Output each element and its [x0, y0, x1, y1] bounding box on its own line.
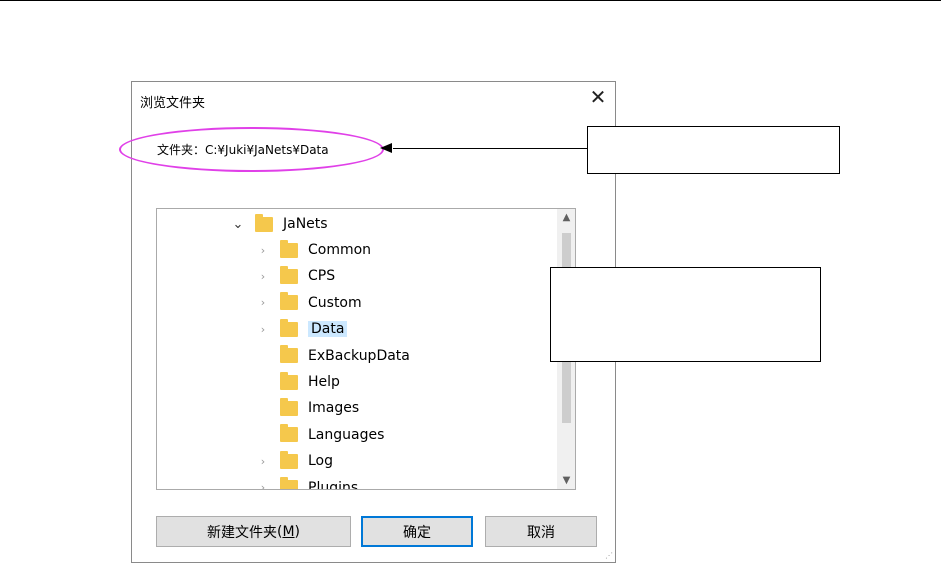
callout-arrow-line — [393, 148, 588, 149]
folder-icon — [280, 345, 298, 364]
scroll-up-icon[interactable]: ▲ — [558, 209, 575, 226]
close-icon[interactable]: ✕ — [587, 87, 609, 109]
tree-item-plugins[interactable]: › Plugins — [256, 476, 359, 490]
dialog-title: 浏览文件夹 — [140, 96, 206, 111]
new-folder-label: 新建文件夹 — [206, 524, 277, 541]
chevron-right-icon[interactable]: › — [256, 244, 270, 257]
chevron-right-icon[interactable]: › — [256, 455, 270, 468]
tree-item-label: Help — [308, 374, 340, 390]
tree-item-janets[interactable]: ⌄ JaNets — [231, 212, 328, 236]
chevron-right-icon[interactable]: › — [256, 323, 270, 336]
folder-tree[interactable]: ⌄ JaNets › Common › CPS › Custom › Data ExBackup… — [156, 208, 576, 490]
tree-item-data[interactable]: › Data — [256, 317, 348, 341]
cancel-button[interactable]: 取消 — [485, 516, 597, 547]
chevron-right-icon[interactable]: › — [256, 481, 270, 489]
tree-item-label: JaNets — [283, 216, 328, 232]
tree-item-label: Data — [308, 321, 348, 338]
tree-item-label: Languages — [308, 426, 385, 443]
folder-path-label: 文件夹：C:¥Juki¥JaNets¥Data — [157, 143, 329, 157]
ok-button[interactable]: 确定 — [361, 516, 473, 547]
folder-icon — [255, 213, 273, 232]
tree-item-help[interactable]: Help — [256, 370, 340, 394]
tree-item-exbackupdata[interactable]: ExBackupData — [256, 344, 410, 368]
tree-item-languages[interactable]: Languages — [256, 423, 384, 447]
browse-folder-dialog: 浏览文件夹 ✕ 文件夹：C:¥Juki¥JaNets¥Data ⌄ JaNets… — [119, 81, 616, 563]
chevron-right-icon[interactable]: › — [256, 270, 270, 283]
tree-item-label: Common — [308, 242, 372, 258]
new-folder-button[interactable]: 新建文件夹(M) — [156, 516, 351, 547]
callout-arrow-head — [380, 143, 392, 153]
tree-item-cps[interactable]: › CPS — [256, 264, 335, 288]
tree-item-label: Images — [308, 400, 360, 417]
folder-icon — [280, 371, 298, 390]
callout-box-tree — [550, 267, 821, 362]
tree-item-custom[interactable]: › Custom — [256, 291, 362, 315]
resize-grip-icon[interactable]: ⋰ — [605, 551, 613, 560]
tree-item-label: Plugins — [308, 479, 359, 490]
tree-item-label: ExBackupData — [308, 347, 410, 364]
folder-icon — [280, 450, 298, 469]
tree-item-label: Log — [308, 453, 334, 470]
folder-icon — [280, 318, 298, 337]
chevron-right-icon[interactable]: › — [256, 296, 270, 309]
tree-item-images[interactable]: Images — [256, 396, 359, 420]
folder-icon — [280, 265, 298, 284]
chevron-down-icon[interactable]: ⌄ — [231, 217, 245, 232]
tree-item-label: Custom — [308, 294, 362, 311]
callout-box-path — [587, 126, 840, 174]
new-folder-accesskey: M — [282, 523, 295, 540]
folder-icon — [280, 424, 298, 443]
scroll-down-icon[interactable]: ▼ — [558, 472, 575, 489]
folder-icon — [280, 397, 298, 416]
tree-item-common[interactable]: › Common — [256, 238, 371, 262]
top-rule — [0, 0, 941, 1]
folder-icon — [280, 477, 298, 489]
folder-icon — [280, 292, 298, 311]
folder-icon — [280, 239, 298, 258]
tree-item-label: CPS — [308, 268, 336, 285]
tree-item-log[interactable]: › Log — [256, 449, 333, 473]
